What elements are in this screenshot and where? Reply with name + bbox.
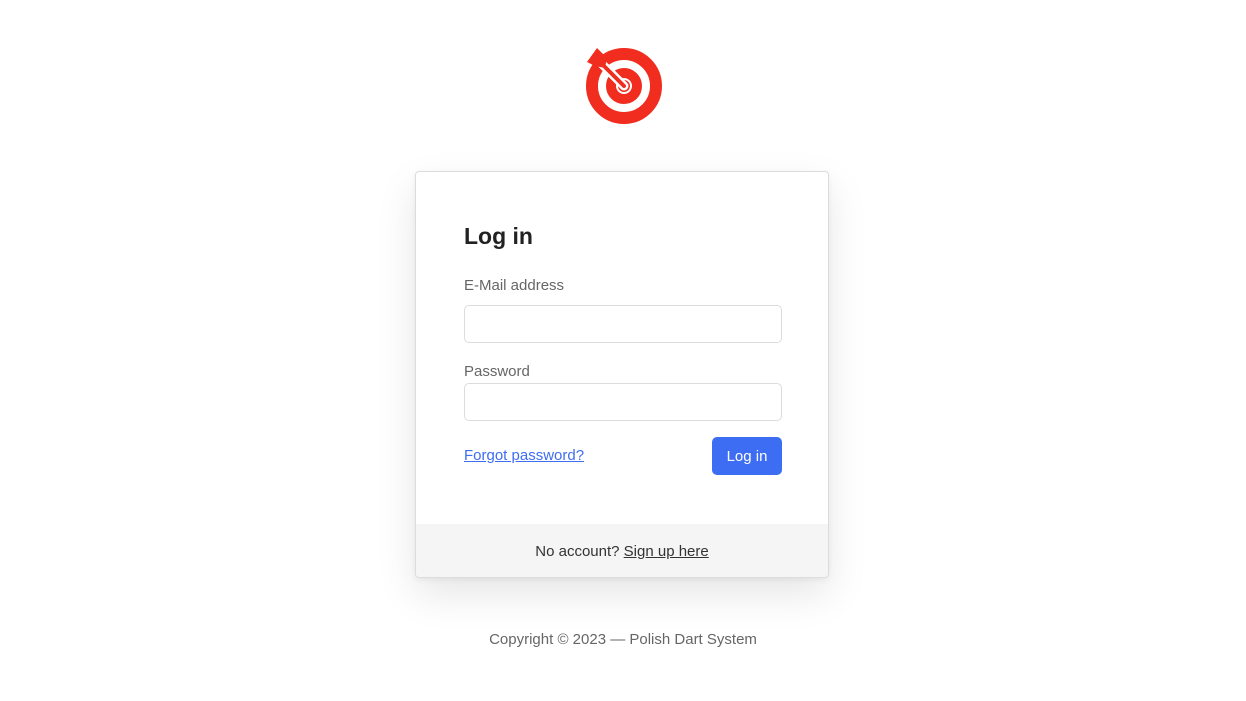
login-button[interactable]: Log in xyxy=(712,437,782,475)
forgot-password-link[interactable]: Forgot password? xyxy=(464,447,584,465)
copyright-text: Copyright © 2023 — Polish Dart System xyxy=(489,631,757,648)
login-card-body: Log in E-Mail address Password Forgot pa… xyxy=(416,172,828,524)
password-label: Password xyxy=(464,363,530,380)
signup-link[interactable]: Sign up here xyxy=(624,543,709,560)
password-field[interactable] xyxy=(464,383,782,421)
signup-footer: No account? Sign up here xyxy=(416,524,828,577)
dart-target-icon xyxy=(585,46,663,124)
email-label: E-Mail address xyxy=(464,277,565,294)
page-title: Log in xyxy=(464,223,533,249)
login-card: Log in E-Mail address Password Forgot pa… xyxy=(415,171,829,578)
email-field[interactable] xyxy=(464,305,782,343)
no-account-text: No account? xyxy=(535,543,624,560)
